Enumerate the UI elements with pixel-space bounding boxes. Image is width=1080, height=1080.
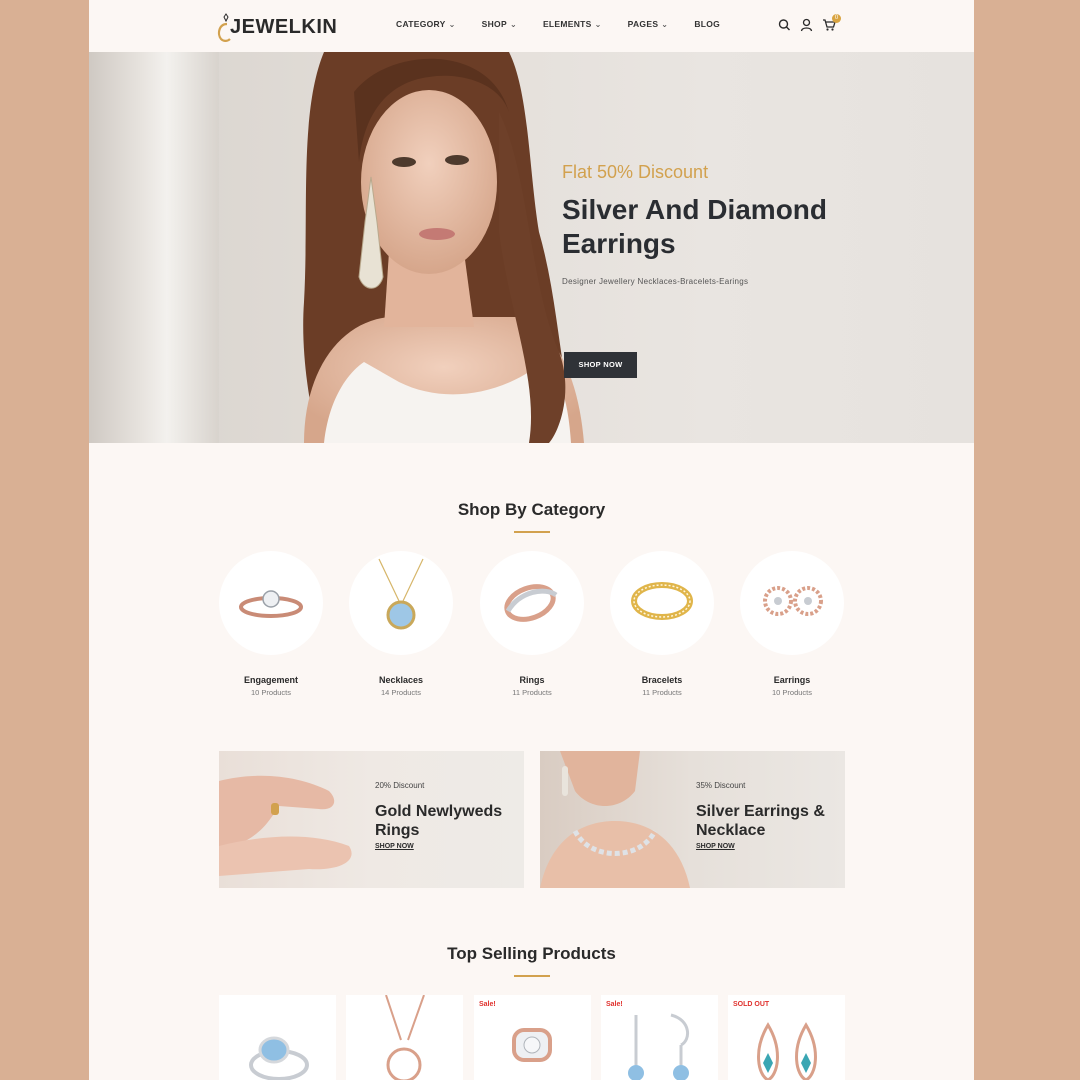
nav-shop[interactable]: SHOP ⌄ (482, 19, 517, 29)
category-necklaces[interactable]: Necklaces 14 Products (349, 551, 453, 697)
nav-label: ELEMENTS (542, 19, 592, 29)
category-image (349, 551, 453, 655)
promo-banner-rings[interactable]: 20% Discount Gold Newlyweds Rings SHOP N… (219, 751, 524, 888)
banner-discount: 35% Discount (696, 781, 746, 790)
necklace-icon (378, 558, 424, 630)
crossover-ring-icon (504, 584, 558, 622)
search-icon[interactable] (778, 18, 791, 32)
nav-label: SHOP (481, 19, 507, 29)
cart-count-badge: 0 (832, 14, 841, 23)
cart-icon[interactable]: 0 (822, 14, 841, 32)
product-ring-image (249, 1036, 309, 1080)
product-card[interactable]: Sale! (474, 995, 591, 1080)
hero-text: Flat 50% Discount Silver And Diamond Ear… (562, 162, 862, 378)
category-image (480, 551, 584, 655)
category-rings[interactable]: Rings 11 Products (480, 551, 584, 697)
category-count: 10 Products (250, 688, 292, 697)
shop-now-button[interactable]: SHOP NOW (564, 352, 637, 378)
category-name: Rings (519, 675, 545, 685)
category-name: Earrings (773, 675, 811, 685)
hero-banner: Flat 50% Discount Silver And Diamond Ear… (89, 52, 974, 443)
hero-title: Silver And Diamond Earrings (562, 194, 828, 259)
category-name: Engagement (243, 675, 298, 685)
nav-label: PAGES (627, 19, 659, 29)
category-engagement[interactable]: Engagement 10 Products (219, 551, 323, 697)
category-section-title: Shop By Category (457, 500, 606, 519)
chevron-down-icon: ⌄ (594, 19, 602, 29)
nav-label: CATEGORY (396, 19, 446, 29)
chevron-down-icon: ⌄ (509, 19, 517, 29)
nav-category[interactable]: CATEGORY ⌄ (396, 19, 456, 29)
banner-hands-image (219, 775, 352, 876)
banner-text: 20% Discount Gold Newlyweds Rings SHOP N… (375, 781, 520, 850)
nav-blog[interactable]: BLOG (694, 19, 720, 29)
category-count: 11 Products (642, 688, 682, 697)
main-nav: CATEGORY ⌄ SHOP ⌄ ELEMENTS ⌄ PAGES ⌄ BLO… (396, 19, 720, 29)
product-card[interactable]: Sale! (601, 995, 718, 1080)
banner-shop-now-link[interactable]: SHOP NOW (375, 843, 520, 850)
chevron-down-icon: ⌄ (448, 19, 456, 29)
promo-banner-earrings-necklace[interactable]: 35% Discount Silver Earrings & Necklace … (540, 751, 845, 888)
banner-title: Silver Earrings & Necklace (696, 803, 825, 839)
hero-subtitle: Flat 50% Discount (562, 162, 709, 182)
category-image (740, 551, 844, 655)
user-icon[interactable] (800, 18, 813, 32)
product-card[interactable]: SOLD OUT (728, 995, 845, 1080)
product-pendant-image (385, 995, 425, 1080)
hero-description: Designer Jewellery Necklaces-Bracelets-E… (562, 277, 749, 286)
title-underline (514, 531, 550, 533)
ring-icon (239, 590, 303, 618)
header-icons: 0 (778, 14, 841, 32)
banner-model-image (540, 751, 690, 888)
product-card[interactable] (346, 995, 463, 1080)
logo-text: JEWELKIN (230, 15, 338, 38)
category-count: 11 Products (512, 688, 552, 697)
sale-badge: Sale! (606, 1001, 623, 1008)
chevron-down-icon: ⌄ (661, 19, 669, 29)
category-count: 10 Products (771, 688, 813, 697)
bracelet-icon (631, 582, 693, 620)
category-bracelets[interactable]: Bracelets 11 Products (610, 551, 714, 697)
category-earrings[interactable]: Earrings 10 Products (740, 551, 844, 697)
logo[interactable]: JEWELKIN (217, 12, 337, 42)
site-header: JEWELKIN CATEGORY ⌄ SHOP ⌄ ELEMENTS ⌄ PA… (89, 0, 974, 52)
top-selling-title: Top Selling Products (447, 944, 616, 963)
ring-logo-icon (217, 12, 231, 42)
title-underline (514, 975, 550, 977)
banner-title: Gold Newlyweds Rings (375, 803, 503, 839)
nav-pages[interactable]: PAGES ⌄ (628, 19, 669, 29)
earrings-icon (763, 586, 823, 616)
banner-shop-now-link[interactable]: SHOP NOW (696, 843, 841, 850)
category-image (610, 551, 714, 655)
category-image (219, 551, 323, 655)
category-name: Bracelets (641, 675, 683, 685)
sale-badge: Sale! (479, 1001, 496, 1008)
product-card[interactable] (219, 995, 336, 1080)
category-name: Necklaces (378, 675, 424, 685)
category-count: 14 Products (380, 688, 422, 697)
nav-label: BLOG (694, 19, 721, 29)
banner-discount: 20% Discount (375, 781, 425, 790)
nav-elements[interactable]: ELEMENTS ⌄ (543, 19, 602, 29)
page: JEWELKIN CATEGORY ⌄ SHOP ⌄ ELEMENTS ⌄ PA… (89, 0, 974, 1080)
banner-text: 35% Discount Silver Earrings & Necklace … (696, 781, 841, 850)
sold-out-badge: SOLD OUT (733, 1001, 770, 1008)
